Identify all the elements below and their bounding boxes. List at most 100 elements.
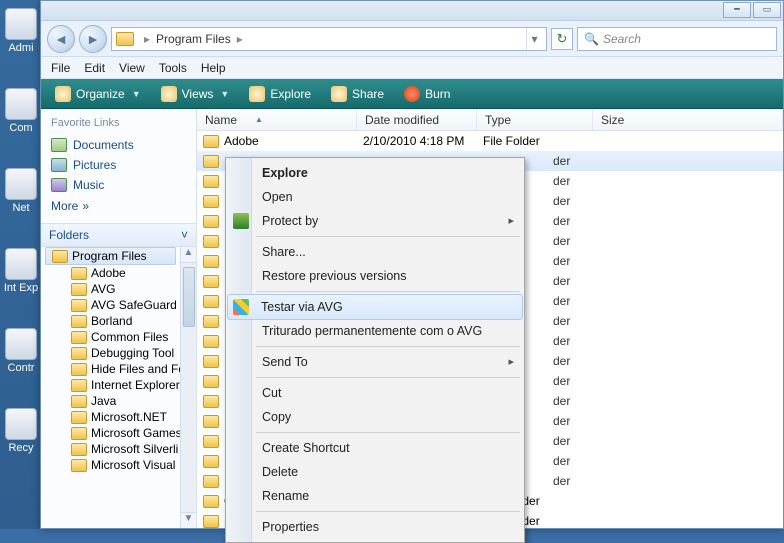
- desktop-icon[interactable]: Int Exp: [0, 242, 42, 296]
- context-item[interactable]: Protect by: [228, 209, 522, 233]
- tree-node[interactable]: Hide Files and Fo: [41, 361, 180, 377]
- burn-button[interactable]: Burn: [398, 83, 456, 105]
- desktop-icon[interactable]: Recy: [0, 402, 42, 456]
- titlebar[interactable]: [41, 1, 783, 21]
- context-item[interactable]: Cut: [228, 381, 522, 405]
- views-button[interactable]: Views ▼: [155, 83, 236, 105]
- context-item[interactable]: Send To: [228, 350, 522, 374]
- folders-header[interactable]: Folders ˅: [41, 223, 196, 247]
- context-item[interactable]: Triturado permanentemente com o AVG: [228, 319, 522, 343]
- tree-node[interactable]: Debugging Tool: [41, 345, 180, 361]
- tree-node[interactable]: Microsoft.NET: [41, 409, 180, 425]
- favorite-music[interactable]: Music: [51, 175, 186, 195]
- context-item[interactable]: Open: [228, 185, 522, 209]
- chevron-down-icon: ▼: [220, 89, 229, 99]
- sort-asc-icon: ▲: [255, 115, 263, 124]
- tree-label: Microsoft Visual: [91, 458, 175, 472]
- desktop: Admi Com Net Int Exp Contr Recy ◄ ► ▸ Program…: [0, 0, 784, 529]
- address-dropdown[interactable]: ▾: [526, 28, 542, 50]
- folder-icon: [203, 355, 219, 368]
- app-icon: [5, 168, 37, 200]
- folder-icon: [203, 135, 219, 148]
- menu-help[interactable]: Help: [201, 61, 226, 75]
- avg-icon: [233, 299, 249, 315]
- menu-tools[interactable]: Tools: [159, 61, 187, 75]
- cell-date: 2/10/2010 4:18 PM: [357, 134, 477, 148]
- folder-icon: [71, 427, 87, 440]
- desktop-icon[interactable]: Com: [0, 82, 42, 136]
- tree-node[interactable]: Java: [41, 393, 180, 409]
- refresh-button[interactable]: ↻: [551, 28, 573, 50]
- favorites-more[interactable]: More »: [51, 195, 186, 219]
- context-item[interactable]: Explore: [228, 161, 522, 185]
- folder-icon: [203, 155, 219, 168]
- window-maximize-button[interactable]: [753, 2, 781, 18]
- desktop-icon[interactable]: Admi: [0, 2, 42, 56]
- folder-icon: [203, 335, 219, 348]
- folder-tree[interactable]: Program FilesAdobeAVGAVG SafeGuard tBorl…: [41, 247, 180, 528]
- column-headers[interactable]: Name ▲ Date modified Type Size: [197, 109, 783, 131]
- tree-node[interactable]: AVG: [41, 281, 180, 297]
- context-item[interactable]: Restore previous versions: [228, 264, 522, 288]
- context-item[interactable]: Copy: [228, 405, 522, 429]
- folder-icon: [203, 435, 219, 448]
- context-menu[interactable]: ExploreOpenProtect by Share...Restore pre…: [225, 157, 525, 543]
- column-size[interactable]: Size: [593, 109, 783, 130]
- breadcrumb[interactable]: Program Files: [154, 32, 233, 46]
- folder-icon: [52, 250, 68, 263]
- folder-icon: [71, 363, 87, 376]
- app-icon: [5, 8, 37, 40]
- context-item[interactable]: Share...: [228, 240, 522, 264]
- menu-view[interactable]: View: [119, 61, 145, 75]
- views-label: Views: [182, 87, 214, 101]
- context-item[interactable]: Rename: [228, 484, 522, 508]
- tree-label: Microsoft Games: [91, 426, 180, 440]
- tree-node[interactable]: AVG SafeGuard t: [41, 297, 180, 313]
- folder-icon: [71, 379, 87, 392]
- context-item[interactable]: Properties: [228, 515, 522, 539]
- tree-label: Hide Files and Fo: [91, 362, 180, 376]
- back-button[interactable]: ◄: [47, 25, 75, 53]
- address-bar[interactable]: ▸ Program Files ▸ ▾: [111, 27, 547, 51]
- burn-label: Burn: [425, 87, 450, 101]
- tree-node[interactable]: Microsoft Silverli: [41, 441, 180, 457]
- explore-button[interactable]: Explore: [243, 83, 317, 105]
- menu-edit[interactable]: Edit: [84, 61, 105, 75]
- column-name[interactable]: Name ▲: [197, 109, 357, 130]
- folder-icon: [203, 315, 219, 328]
- window-minimize-button[interactable]: [723, 2, 751, 18]
- scroll-thumb[interactable]: [183, 267, 195, 327]
- tree-label: Debugging Tool: [91, 346, 174, 360]
- menu-file[interactable]: File: [51, 61, 70, 75]
- desktop-icons: Admi Com Net Int Exp Contr Recy: [0, 0, 42, 456]
- share-button[interactable]: Share: [325, 83, 390, 105]
- tree-node[interactable]: Adobe: [41, 265, 180, 281]
- folder-icon: [71, 315, 87, 328]
- cell-name: Adobe: [197, 134, 357, 148]
- favorite-pictures[interactable]: Pictures: [51, 155, 186, 175]
- tree-label: AVG: [91, 282, 115, 296]
- tree-node-root[interactable]: Program Files: [45, 247, 176, 265]
- context-item[interactable]: Delete: [228, 460, 522, 484]
- desktop-icon[interactable]: Net: [0, 162, 42, 216]
- tree-node[interactable]: Microsoft Visual: [41, 457, 180, 473]
- table-row[interactable]: Adobe2/10/2010 4:18 PMFile Folder: [197, 131, 783, 151]
- column-date[interactable]: Date modified: [357, 109, 477, 130]
- folder-icon: [51, 138, 67, 152]
- tree-node[interactable]: Common Files: [41, 329, 180, 345]
- tree-node[interactable]: Microsoft Games: [41, 425, 180, 441]
- tree-node[interactable]: Borland: [41, 313, 180, 329]
- organize-button[interactable]: Organize ▼: [49, 83, 147, 105]
- forward-button[interactable]: ►: [79, 25, 107, 53]
- context-item[interactable]: Create Shortcut: [228, 436, 522, 460]
- column-type[interactable]: Type: [477, 109, 593, 130]
- search-input[interactable]: 🔍 Search: [577, 27, 777, 51]
- desktop-icon[interactable]: Contr: [0, 322, 42, 376]
- scroll-down-icon[interactable]: ▼: [181, 512, 196, 528]
- tree-node[interactable]: Internet Explorer: [41, 377, 180, 393]
- desktop-icon-label: Int Exp: [4, 282, 38, 294]
- context-item[interactable]: Testar via AVG: [227, 294, 523, 320]
- scroll-up-icon[interactable]: ▲: [181, 247, 196, 263]
- tree-scrollbar[interactable]: ▲ ▼: [180, 247, 196, 528]
- favorite-documents[interactable]: Documents: [51, 135, 186, 155]
